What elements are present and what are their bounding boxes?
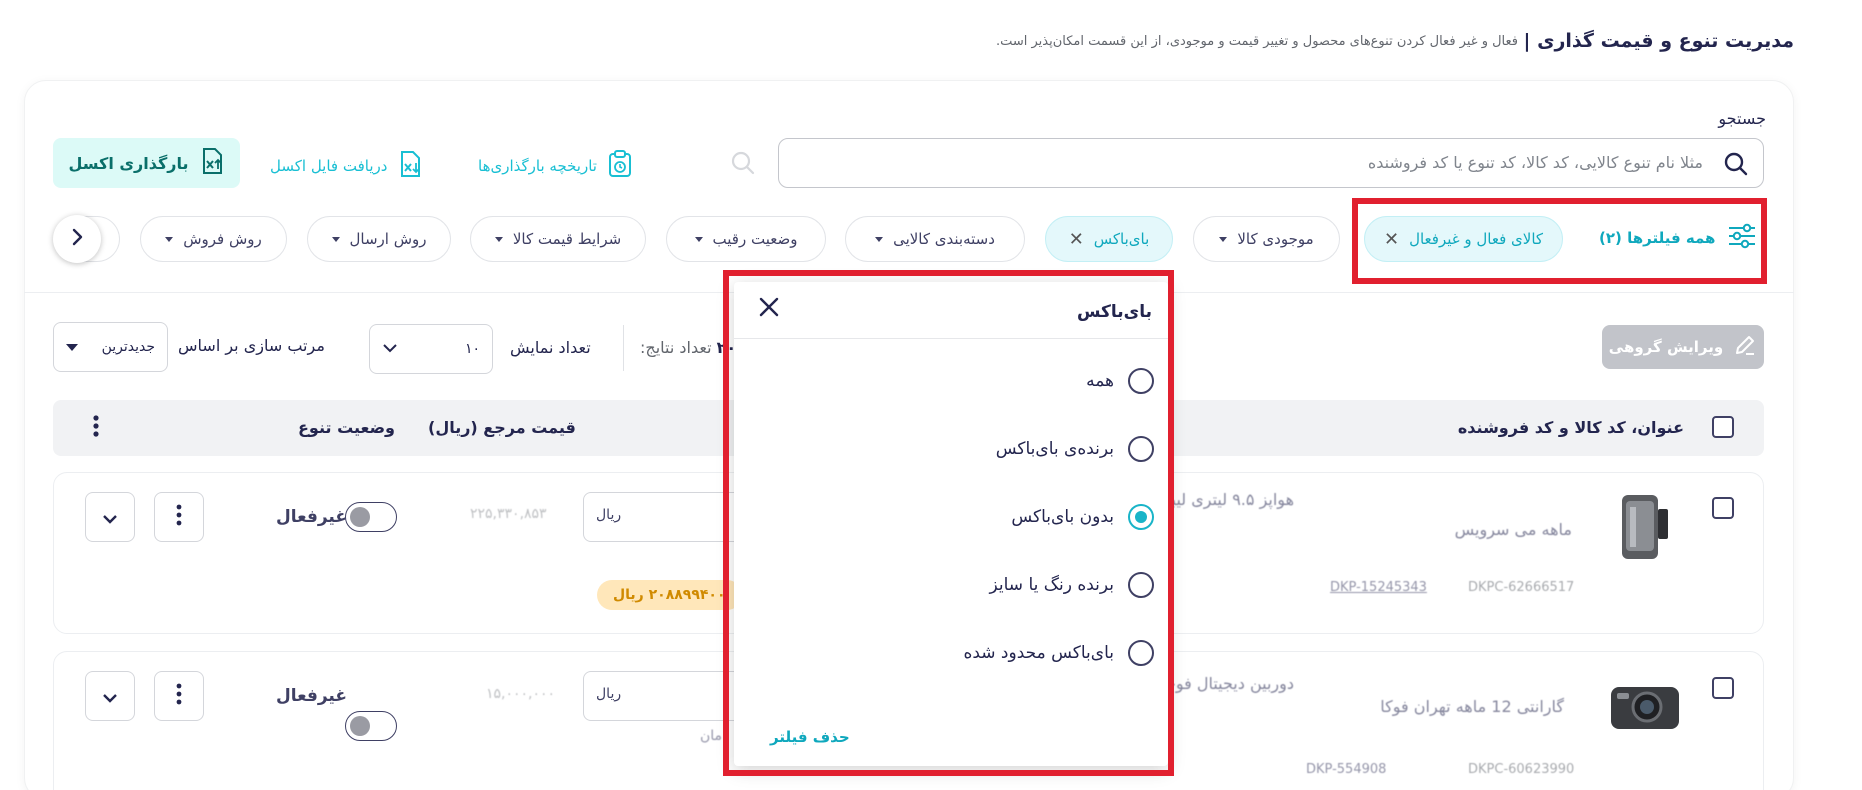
filter-chip-competitor[interactable]: وضعیت رقیب [666, 216, 826, 262]
more-options-icon [175, 504, 183, 531]
filter-chip-category[interactable]: دسته‌بندی کالایی [845, 216, 1025, 262]
product-image [1614, 487, 1674, 565]
upload-history-label: تاریخچه بارگذاری‌ها [478, 157, 597, 175]
filter-chip-shipping[interactable]: روش ارسال [307, 216, 451, 262]
download-excel-label: دریافت فایل اکسل [270, 157, 388, 175]
search-placeholder: مثلا نام تنوع کالایی، کد کالا، کد تنوع ی… [1367, 153, 1703, 172]
close-icon[interactable]: ✕ [1069, 229, 1084, 250]
product-code: DKPC-60623990 [1468, 762, 1575, 777]
select-all-checkbox[interactable] [1712, 416, 1734, 438]
filter-chip-sale-method[interactable]: روش فروش [140, 216, 287, 262]
caret-down-icon [66, 343, 78, 351]
pencil-icon [1733, 333, 1757, 361]
column-header-title: عنوان، کد کالا و کد فروشنده [1457, 418, 1684, 437]
row-checkbox[interactable] [1712, 497, 1734, 519]
filter-chip-label: روش ارسال [349, 230, 427, 248]
sort-label: مرتب سازی بر اساس [178, 336, 325, 355]
chevron-down-icon [382, 341, 398, 357]
row-more-button[interactable] [154, 492, 204, 542]
caret-down-icon [331, 236, 340, 242]
status-label: غیرفعال [276, 686, 347, 706]
results-count: ۲۰ تعداد نتایج: [640, 338, 736, 357]
row-extra-text: مان [700, 728, 723, 744]
column-header-variant-status: وضعیت تنوع [298, 418, 395, 437]
page-title: مدیریت تنوع و قیمت گذاری | [1523, 30, 1794, 52]
reference-price: ۲۲۵,۳۳۰,۸۵۳ [470, 506, 547, 522]
display-count-label: تعداد نمایش [510, 338, 591, 357]
caret-down-icon [694, 236, 703, 242]
highlight-frame-popup [723, 270, 1174, 776]
excel-download-icon [397, 150, 423, 182]
status-label: غیرفعال [276, 507, 347, 527]
chevron-down-icon [102, 684, 118, 708]
filter-chip-price-condition[interactable]: شرایط قیمت کالا [470, 216, 646, 262]
upload-excel-button[interactable]: بارگذاری اکسل [53, 138, 240, 188]
page-subtitle: فعال و غیر فعال کردن تنوع‌های محصول و تغ… [995, 34, 1518, 49]
status-toggle[interactable] [345, 711, 397, 741]
reference-price: ۱۵,۰۰۰,۰۰۰ [486, 686, 556, 702]
caret-down-icon [1219, 236, 1228, 242]
download-excel-link[interactable]: دریافت فایل اکسل [270, 150, 423, 182]
search-input[interactable]: مثلا نام تنوع کالایی، کد کالا، کد تنوع ی… [778, 138, 1764, 188]
column-header-reference-price: قیمت مرجع (ریال) [428, 418, 576, 437]
row-more-button[interactable] [154, 671, 204, 721]
row-expand-button[interactable] [85, 671, 135, 721]
search-label: جستجو [1718, 109, 1766, 128]
search-icon [1723, 151, 1749, 181]
filter-chip-buybox[interactable]: بای‌باکس ✕ [1045, 216, 1173, 262]
highlight-frame-filters [1352, 198, 1767, 284]
filter-chip-stock[interactable]: موجودی کالا [1193, 216, 1340, 262]
sort-select[interactable]: جدیدترین [53, 322, 168, 372]
filter-chip-label: وضعیت رقیب [712, 230, 798, 248]
filter-chip-label: شرایط قیمت کالا [512, 230, 622, 248]
product-image [1607, 677, 1683, 739]
more-options-icon [175, 683, 183, 710]
divider [623, 325, 624, 371]
caret-down-icon [165, 236, 174, 242]
price-badge: ۲۰۸۸۹۹۴۰۰ ریال [597, 580, 742, 610]
filter-chip-label: موجودی کالا [1237, 230, 1314, 248]
display-count-select[interactable]: ۱۰ [369, 324, 493, 374]
sort-value: جدیدترین [101, 339, 155, 355]
chevron-down-icon [102, 505, 118, 529]
display-count-value: ۱۰ [464, 341, 480, 357]
variant-code[interactable]: DKP-15245343 [1330, 580, 1427, 595]
caret-down-icon [875, 236, 884, 242]
more-options-icon[interactable] [92, 414, 100, 442]
results-label: تعداد نتایج: [640, 338, 712, 357]
chevron-right-icon [70, 227, 84, 251]
search-icon[interactable] [730, 150, 756, 180]
product-code: DKPC-62666517 [1468, 580, 1575, 595]
filter-chip-label: بای‌باکس [1093, 230, 1150, 248]
bulk-edit-label: ویرایش گروهی [1608, 338, 1724, 356]
filter-chip-label: روش فروش [183, 230, 262, 248]
variant-code[interactable]: DKP-554908 [1306, 762, 1386, 777]
upload-history-link[interactable]: تاریخچه بارگذاری‌ها [478, 150, 633, 182]
product-title-line2: ماهه می سرویس [1454, 520, 1572, 539]
row-expand-button[interactable] [85, 492, 135, 542]
scroll-filters-button[interactable] [53, 215, 101, 263]
filter-chip-label: دسته‌بندی کالایی [893, 230, 995, 248]
excel-upload-icon [199, 147, 225, 179]
caret-down-icon [494, 236, 503, 242]
price-unit: ریال [596, 507, 622, 523]
upload-excel-label: بارگذاری اکسل [68, 153, 189, 173]
product-title-line2: گارانتی 12 ماهه تهران فوکا [1380, 697, 1564, 716]
status-toggle[interactable] [345, 502, 397, 532]
clipboard-icon [607, 150, 633, 182]
price-unit: ریال [596, 686, 622, 702]
bulk-edit-button[interactable]: ویرایش گروهی [1602, 325, 1764, 369]
row-checkbox[interactable] [1712, 677, 1734, 699]
